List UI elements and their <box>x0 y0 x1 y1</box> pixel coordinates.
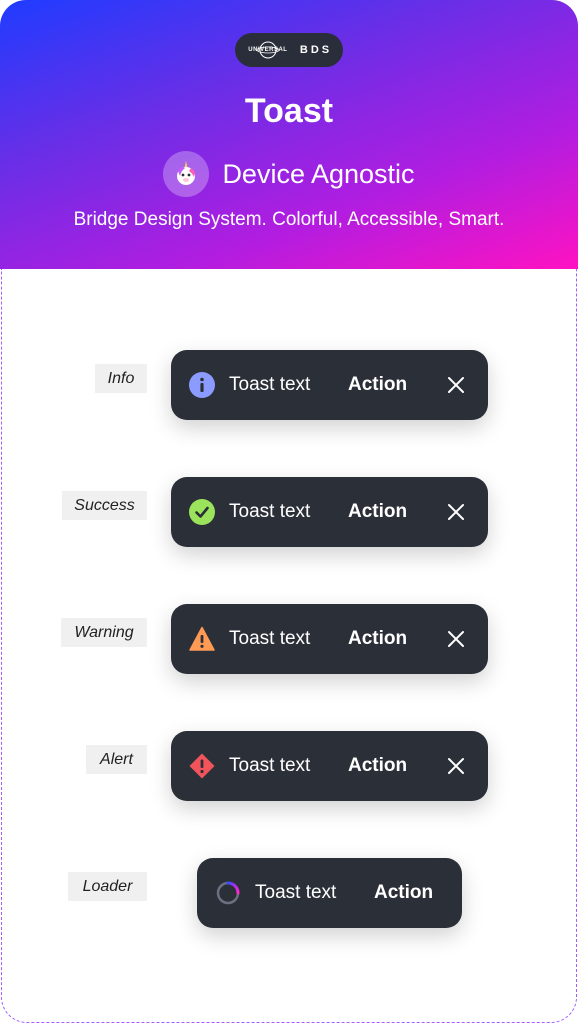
action-button[interactable]: Action <box>348 350 407 420</box>
close-icon[interactable] <box>447 630 465 648</box>
alert-icon <box>189 753 215 779</box>
toast-text: Toast text <box>229 374 311 395</box>
toast-spec-card: UNIVERSAL BDS Toast Device Agnostic Brid… <box>0 0 578 1024</box>
tagline: Bridge Design System. Colorful, Accessib… <box>73 209 505 230</box>
label-warning: Warning <box>61 618 147 647</box>
toast-text: Toast text <box>229 628 311 649</box>
subtitle: Device Agnostic <box>222 158 415 189</box>
toast-text: Toast text <box>229 501 311 522</box>
header-banner: UNIVERSAL BDS Toast Device Agnostic Brid… <box>0 0 578 269</box>
universal-logo: UNIVERSAL <box>246 40 290 60</box>
check-icon <box>189 499 215 525</box>
close-icon[interactable] <box>447 376 465 394</box>
unicorn-icon <box>163 151 210 197</box>
logo-text: UNIVERSAL <box>248 47 288 53</box>
action-button[interactable]: Action <box>348 604 407 674</box>
action-button[interactable]: Action <box>348 731 407 801</box>
close-icon[interactable] <box>447 757 465 775</box>
label-alert: Alert <box>86 745 147 774</box>
toast-info: Toast text Action <box>171 350 488 420</box>
brand-pill: UNIVERSAL BDS <box>235 33 343 67</box>
label-info: Info <box>95 364 147 393</box>
toast-text: Toast text <box>229 755 311 776</box>
toast-text: Toast text <box>255 882 337 903</box>
action-button[interactable]: Action <box>348 477 407 547</box>
toast-alert: Toast text Action <box>171 731 488 801</box>
label-loader: Loader <box>68 872 147 901</box>
warning-icon <box>189 626 215 651</box>
toast-loader: Toast text Action <box>197 858 462 928</box>
loader-icon <box>216 881 240 905</box>
info-icon <box>189 372 215 398</box>
action-button[interactable]: Action <box>374 858 433 928</box>
page-title: Toast <box>244 92 334 130</box>
toast-warning: Toast text Action <box>171 604 488 674</box>
label-success: Success <box>62 491 147 520</box>
toast-success: Toast text Action <box>171 477 488 547</box>
subtitle-row: Device Agnostic <box>0 151 578 197</box>
close-icon[interactable] <box>447 503 465 521</box>
brand-badge: BDS <box>299 44 333 56</box>
